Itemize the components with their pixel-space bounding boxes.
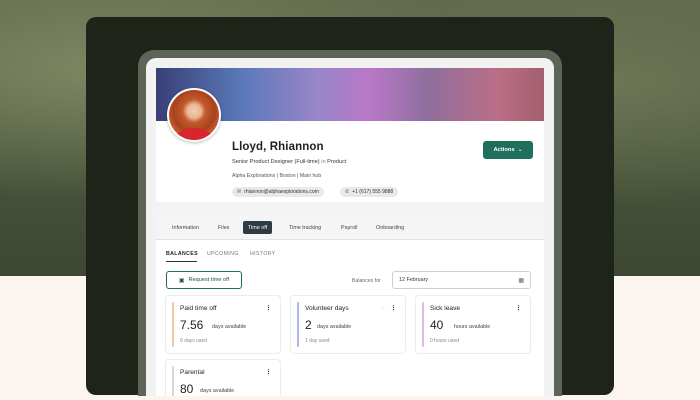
calendar-icon: ▣ <box>178 277 185 284</box>
balance-tile-volunteer-days[interactable]: Volunteer days ◌ ⋮ 2 days available 1 da… <box>291 296 405 353</box>
request-time-off-label: Request time off <box>188 277 230 283</box>
tile-title: Paid time off <box>180 305 217 312</box>
tile-title: Sick leave <box>430 305 461 312</box>
job-title-separator: in <box>321 159 326 165</box>
active-subtab-indicator <box>166 261 197 262</box>
time-off-card: Information Files Time off Time tracking… <box>156 215 544 396</box>
more-vertical-icon[interactable]: ⋮ <box>265 304 272 312</box>
profile-tabs: Information Files Time off Time tracking… <box>156 215 544 240</box>
mail-icon: ✉ <box>237 189 242 195</box>
loading-spinner-icon: ◌ <box>381 305 385 311</box>
tab-payroll[interactable]: Payroll <box>336 221 362 234</box>
more-vertical-icon[interactable]: ⋮ <box>390 304 397 312</box>
balances-for-label: Balances for <box>352 278 381 284</box>
tile-value: 80 <box>180 382 194 396</box>
employee-name: Lloyd, Rhiannon <box>232 141 324 153</box>
more-vertical-icon[interactable]: ⋮ <box>515 304 522 312</box>
balances-date-value: 12 February <box>399 277 429 283</box>
avatar-shirt <box>177 128 211 140</box>
tile-value: 2 <box>305 318 312 332</box>
tile-title: Parental <box>180 369 205 376</box>
tile-color-bar <box>422 302 424 347</box>
email-chip[interactable]: ✉ rhiannon@alphaexplorations.com <box>232 187 324 197</box>
tab-time-tracking[interactable]: Time tracking <box>284 221 326 234</box>
tile-unit: days available <box>212 324 247 330</box>
job-title: Senior Product Designer (Full-time) <box>232 159 320 165</box>
department-link[interactable]: Product <box>327 159 346 165</box>
balance-tile-parental[interactable]: Parental ⋮ 80 days available <box>166 360 280 396</box>
tile-value: 7.56 <box>180 318 204 332</box>
tile-unit: hours available <box>454 324 491 330</box>
email-text: rhiannon@alphaexplorations.com <box>244 189 319 195</box>
tile-used: 1 day used <box>305 338 330 344</box>
tile-unit: days available <box>200 388 235 394</box>
tile-color-bar <box>172 302 174 347</box>
tab-onboarding[interactable]: Onboarding <box>371 221 409 234</box>
subtab-balances[interactable]: BALANCES <box>166 251 198 257</box>
screen: Lloyd, Rhiannon Senior Product Designer … <box>146 58 554 396</box>
tab-files[interactable]: Files <box>213 221 234 234</box>
avatar[interactable] <box>167 88 221 142</box>
tab-time-off[interactable]: Time off <box>243 221 273 234</box>
tile-color-bar <box>172 366 174 396</box>
avatar-photo <box>169 90 219 140</box>
tile-unit: days available <box>317 324 352 330</box>
actions-label: Actions <box>493 147 515 153</box>
employee-location: Alpha Explorations | Boston | Main hub <box>232 173 322 179</box>
phone-chip[interactable]: ✆ +1 (617) 555 9888 <box>340 187 399 197</box>
request-time-off-button[interactable]: ▣ Request time off <box>166 271 242 289</box>
subtab-upcoming[interactable]: UPCOMING <box>207 251 239 257</box>
calendar-icon[interactable]: ▦ <box>518 277 524 284</box>
phone-text: +1 (617) 555 9888 <box>352 189 394 195</box>
tile-used: 0 hours used <box>430 338 459 344</box>
actions-button[interactable]: Actions ⌄ <box>483 141 533 159</box>
tile-color-bar <box>297 302 299 347</box>
balances-date-input[interactable]: 12 February ▦ <box>392 271 531 289</box>
profile-page: Lloyd, Rhiannon Senior Product Designer … <box>156 68 544 396</box>
tile-title: Volunteer days <box>305 305 349 312</box>
tab-information[interactable]: Information <box>167 221 204 234</box>
chevron-down-icon: ⌄ <box>517 147 523 153</box>
tile-value: 40 <box>430 318 444 332</box>
balance-tile-sick-leave[interactable]: Sick leave ⋮ 40 hours available 0 hours … <box>416 296 530 353</box>
tile-used: 9 days used <box>180 338 207 344</box>
phone-icon: ✆ <box>345 189 350 195</box>
more-vertical-icon[interactable]: ⋮ <box>265 368 272 376</box>
balance-tile-paid-time-off[interactable]: Paid time off ⋮ 7.56 days available 9 da… <box>166 296 280 353</box>
subtab-history[interactable]: HISTORY <box>250 251 276 257</box>
employee-role: Senior Product Designer (Full-time) in P… <box>232 159 346 165</box>
